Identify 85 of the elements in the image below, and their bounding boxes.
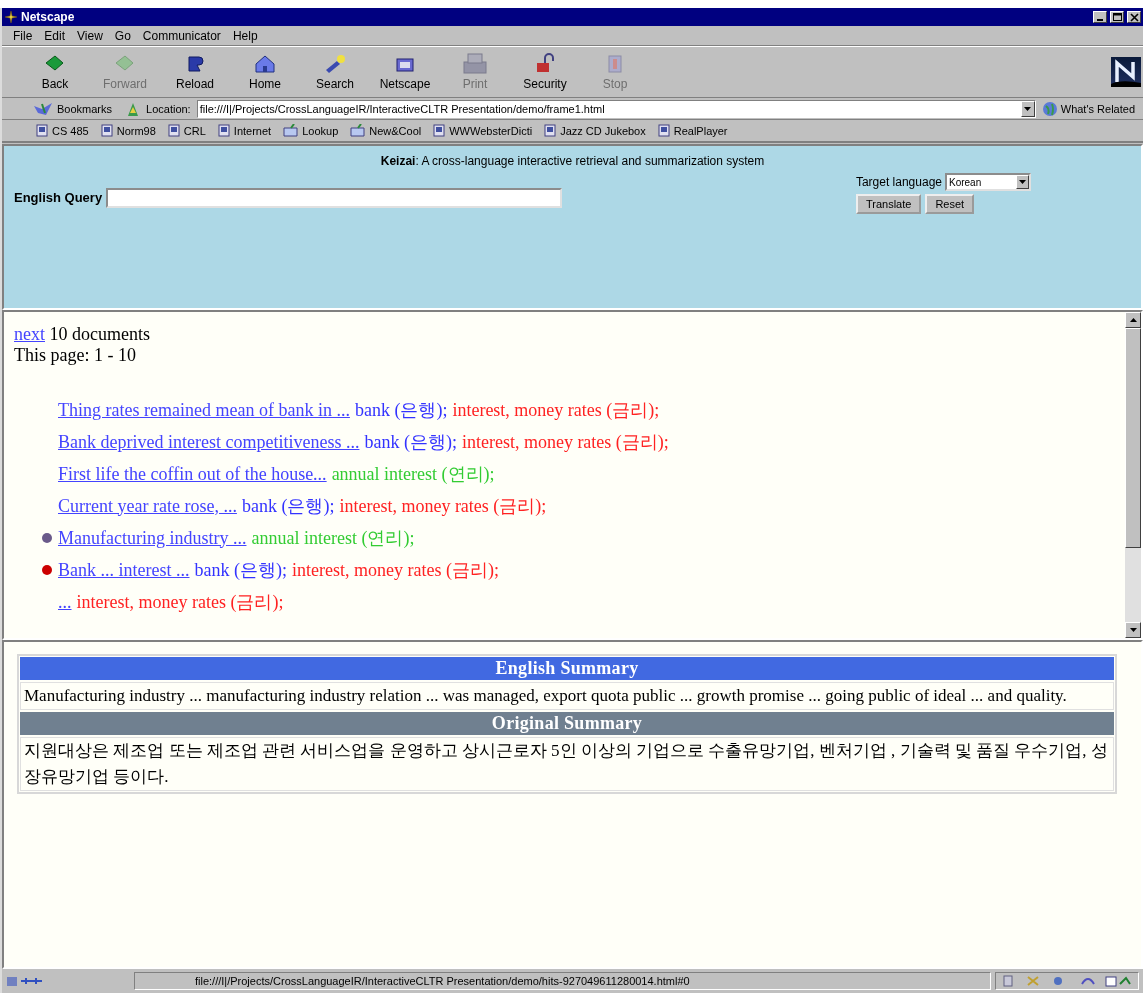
printer-icon <box>463 53 487 75</box>
app-heading: Keizai: A cross-language interactive retrieval and summarization system <box>379 154 766 168</box>
summary-text: Manufacturing industry ... manufacturing industry relation ... was managed, export quota public ... growth promise ... going public of ideal ... and quality. <box>20 682 1114 710</box>
matched-term: bank (은행); <box>364 431 457 454</box>
folder-icon <box>350 124 366 137</box>
bookmark-link[interactable]: Norm98 <box>100 124 156 137</box>
toolbar-button[interactable]: Back <box>20 53 90 91</box>
page-icon <box>36 124 48 137</box>
search-button[interactable]: Search <box>300 53 370 91</box>
maximize-icon <box>1111 11 1123 22</box>
matched-term: interest, money rates (금리); <box>291 559 499 582</box>
status-text: file:///I|/Projects/CrossLanguageIR/InteractiveCLTR Presentation/demo/hits-927049611280014.html#0 <box>195 975 690 987</box>
result-link[interactable]: Bank ... interest ... <box>58 559 190 581</box>
result-link[interactable]: ... <box>58 591 72 613</box>
page-icon <box>544 124 557 137</box>
result-link[interactable]: First life the coffin out of the house... <box>58 463 327 485</box>
page-range-text: This page: 1 - 10 <box>14 345 137 366</box>
matched-term: interest, money rates (금리); <box>339 495 547 518</box>
toolbar-button[interactable]: Home <box>230 53 300 91</box>
bookmark-link[interactable]: New&Cool <box>350 124 422 137</box>
form-button[interactable]: Reset <box>925 194 975 214</box>
scrollbar[interactable] <box>1125 312 1141 638</box>
bookmark-link[interactable]: Internet <box>217 124 272 137</box>
bookmark-link[interactable]: WWWebsterDicti <box>433 124 533 137</box>
form-button[interactable]: Translate <box>855 194 922 214</box>
menu-item[interactable]: Communicator <box>137 28 226 43</box>
menu-item[interactable]: Help <box>227 28 263 43</box>
whats-related-button[interactable]: What's Related <box>1041 100 1143 117</box>
toolbar-button[interactable]: Reload <box>160 53 230 91</box>
matched-term: bank (은행); <box>194 559 287 582</box>
close-icon <box>1128 11 1140 22</box>
bookmark-link[interactable]: Lookup <box>283 124 339 137</box>
summary-heading: Original Summary <box>20 712 1114 735</box>
bookmark-icon <box>32 100 54 117</box>
matched-term: annual interest (연리); <box>331 463 495 486</box>
target-language-label: Target language <box>855 175 942 189</box>
bookmark-link[interactable]: Jazz CD Jukebox <box>544 124 646 137</box>
matched-term: interest, money rates (금리); <box>452 399 660 422</box>
bookmarks-button[interactable]: Bookmarks <box>32 100 121 117</box>
house-icon <box>253 53 277 75</box>
next-link[interactable]: next <box>14 324 45 344</box>
menu-item[interactable]: File <box>8 28 38 43</box>
matched-term: annual interest (연리); <box>251 527 415 550</box>
page-icon <box>167 124 180 137</box>
result-link[interactable]: Thing rates remained mean of bank in ... <box>58 399 350 421</box>
minimize-icon <box>1097 19 1103 21</box>
page-icon <box>100 124 113 137</box>
toolbar-button[interactable]: Security <box>510 53 580 91</box>
menu-item[interactable]: Go <box>109 28 136 43</box>
globe-icon <box>1041 100 1058 117</box>
location-label: Location: <box>146 102 191 115</box>
documents-text: 10 documents <box>49 324 150 344</box>
result-link[interactable]: Bank deprived interest competitiveness ... <box>58 431 360 453</box>
location-field[interactable]: file:///I|/Projects/CrossLanguageIR/InteractiveCLTR Presentation/demo/frame1.html <box>196 99 1036 118</box>
matched-term: bank (은행); <box>241 495 335 518</box>
query-label: English Query <box>14 190 103 205</box>
maximize-button[interactable] <box>1110 11 1124 23</box>
dropdown-arrow-icon <box>1024 106 1032 111</box>
app-icon <box>4 10 18 24</box>
summary-heading: English Summary <box>20 657 1114 680</box>
page-icon <box>217 124 230 137</box>
window-title: Netscape <box>21 10 75 24</box>
menu-item[interactable]: Edit <box>39 28 71 43</box>
bookmark-link[interactable]: RealPlayer <box>657 124 728 137</box>
bookmark-link[interactable]: CS 485 <box>36 124 89 137</box>
scroll-up-icon <box>1129 318 1137 322</box>
folder-icon <box>283 124 299 137</box>
language-dropdown[interactable]: Korean <box>945 173 1031 191</box>
summary-text: 지원대상은 제조업 또는 제조업 관련 서비스업을 운영하고 상시근로자 5인 이상의 기업으로 수출유망기업, 벤처기업 , 기술력 및 품질 우수기업, 성장유망기업 등이다. <box>20 737 1114 791</box>
page-icon <box>433 124 446 137</box>
minimize-button[interactable] <box>1093 11 1107 23</box>
matched-term: bank (은행); <box>354 399 448 422</box>
browser-logo <box>1111 57 1141 87</box>
scroll-down-icon <box>1129 628 1137 632</box>
dropdown-arrow-icon <box>1019 180 1026 184</box>
bookmark-link[interactable]: CRL <box>167 124 206 137</box>
menu-item[interactable]: View <box>72 28 108 43</box>
page-icon <box>657 124 670 137</box>
result-link[interactable]: Current year rate rose, ... <box>58 495 237 517</box>
matched-term: interest, money rates (금리); <box>461 431 669 454</box>
toolbar-button[interactable]: Netscape <box>370 53 440 91</box>
close-button[interactable] <box>1127 11 1141 23</box>
query-field[interactable] <box>106 187 563 208</box>
matched-term: interest, money rates (금리); <box>76 591 284 614</box>
result-link[interactable]: Manufacturing industry ... <box>58 527 247 549</box>
